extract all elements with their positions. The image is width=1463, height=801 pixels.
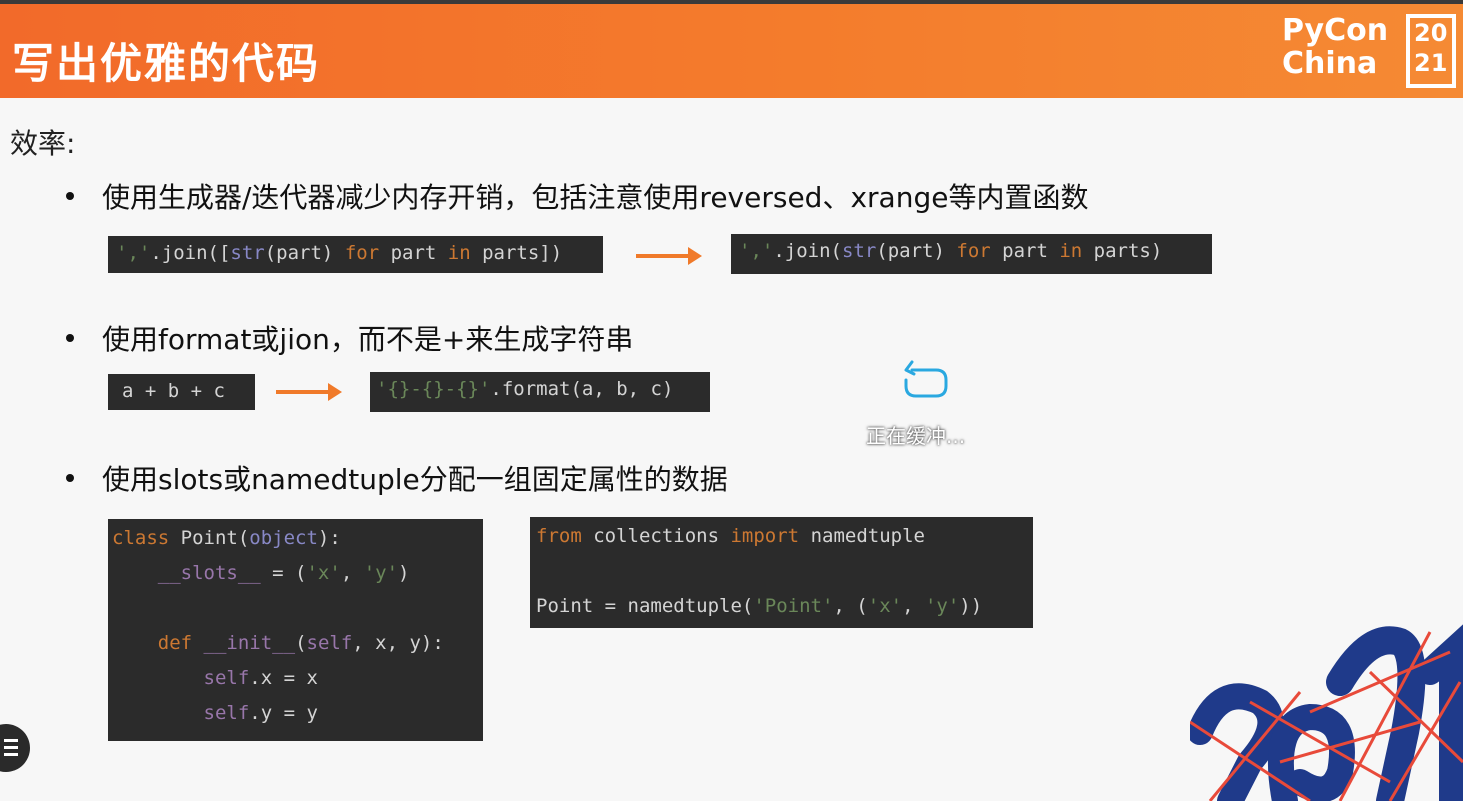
bullet-text: 使用生成器/迭代器减少内存开销，包括注意使用reversed、xrange等内置… xyxy=(102,181,1089,214)
code-join-before: ','.join([str(part) for part in parts]) xyxy=(108,236,603,273)
code-concat-before: a + b + c xyxy=(108,374,255,410)
logo-year-bottom: 21 xyxy=(1414,49,1448,77)
buffering-text: 正在缓冲... xyxy=(866,424,966,448)
menu-icon[interactable] xyxy=(0,724,30,772)
logo-year-top: 20 xyxy=(1414,19,1448,47)
code-line: __slots__ = ('x', 'y') xyxy=(157,562,410,584)
code-line: from collections import namedtuple xyxy=(536,525,925,547)
bullet-format: 使用format或jion，而不是+来生成字符串 xyxy=(66,318,633,358)
code-line: def __init__(self, x, y): xyxy=(157,632,444,654)
code-format-after: '{}-{}-{}'.format(a, b, c) xyxy=(370,372,710,412)
code-line: self.y = y xyxy=(203,702,318,724)
code-line: self.x = x xyxy=(203,667,318,689)
code-namedtuple: from collections import namedtuple Point… xyxy=(530,517,1033,628)
code-join-after: ','.join(str(part) for part in parts) xyxy=(731,234,1212,274)
logo-line-1: PyCon xyxy=(1282,13,1389,48)
code-line: class Point(object): xyxy=(112,527,341,549)
window-top-border xyxy=(0,0,1463,4)
bullet-slots: 使用slots或namedtuple分配一组固定属性的数据 xyxy=(66,458,728,498)
bullet-dot xyxy=(66,334,74,342)
bullet-text: 使用format或jion，而不是+来生成字符串 xyxy=(102,323,634,356)
pycon-2021-artwork xyxy=(1190,624,1463,801)
bullet-text: 使用slots或namedtuple分配一组固定属性的数据 xyxy=(102,463,728,496)
pycon-logo: PyCon China xyxy=(1282,14,1388,80)
refresh-icon xyxy=(904,360,948,398)
section-subhead: 效率: xyxy=(10,127,76,160)
logo-line-2: China xyxy=(1282,46,1378,81)
bullet-dot xyxy=(66,192,74,200)
bullet-generators: 使用生成器/迭代器减少内存开销，包括注意使用reversed、xrange等内置… xyxy=(66,176,1088,216)
arrow-right-icon xyxy=(276,383,342,401)
code-line: Point = namedtuple('Point', ('x', 'y')) xyxy=(536,595,983,617)
code-slots-class: class Point(object): __slots__ = ('x', '… xyxy=(108,519,483,741)
slide-title: 写出优雅的代码 xyxy=(12,39,321,88)
arrow-right-icon xyxy=(636,247,702,265)
bullet-dot xyxy=(66,474,74,482)
logo-year-box: 20 21 xyxy=(1406,14,1456,88)
